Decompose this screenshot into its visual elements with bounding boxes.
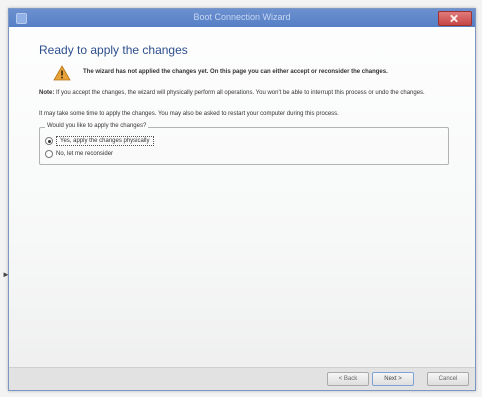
- apply-yes-option[interactable]: Yes, apply the changes physically: [45, 136, 154, 146]
- apply-no-label[interactable]: No, let me reconsider: [56, 151, 113, 157]
- arrow-right-icon: ►: [2, 270, 10, 279]
- window-title: Boot Connection Wizard: [193, 12, 291, 22]
- title-bar[interactable]: Boot Connection Wizard: [9, 9, 475, 27]
- note-label: Note:: [39, 90, 55, 96]
- warning-icon: [53, 65, 71, 81]
- apply-yes-label[interactable]: Yes, apply the changes physically: [56, 136, 154, 146]
- close-button[interactable]: [438, 11, 472, 26]
- page-heading: Ready to apply the changes: [39, 43, 188, 57]
- note-message: Note: If you accept the changes, the wiz…: [39, 89, 469, 97]
- button-bar: < Back Next > Cancel: [9, 367, 475, 390]
- apply-no-option[interactable]: No, let me reconsider: [45, 149, 113, 159]
- radio-no[interactable]: [45, 150, 53, 158]
- back-button[interactable]: < Back: [327, 372, 369, 386]
- time-notice: It may take some time to apply the chang…: [39, 111, 339, 117]
- note-body: If you accept the changes, the wizard wi…: [56, 90, 425, 96]
- apply-options-group: [39, 127, 449, 165]
- next-button[interactable]: Next >: [372, 372, 414, 386]
- cancel-button[interactable]: Cancel: [427, 372, 469, 386]
- radio-yes[interactable]: [45, 137, 53, 145]
- apply-options-legend: Would you like to apply the changes?: [45, 123, 149, 129]
- warning-message: The wizard has not applied the changes y…: [83, 69, 388, 75]
- wizard-window: Boot Connection Wizard Ready to apply th…: [8, 8, 476, 391]
